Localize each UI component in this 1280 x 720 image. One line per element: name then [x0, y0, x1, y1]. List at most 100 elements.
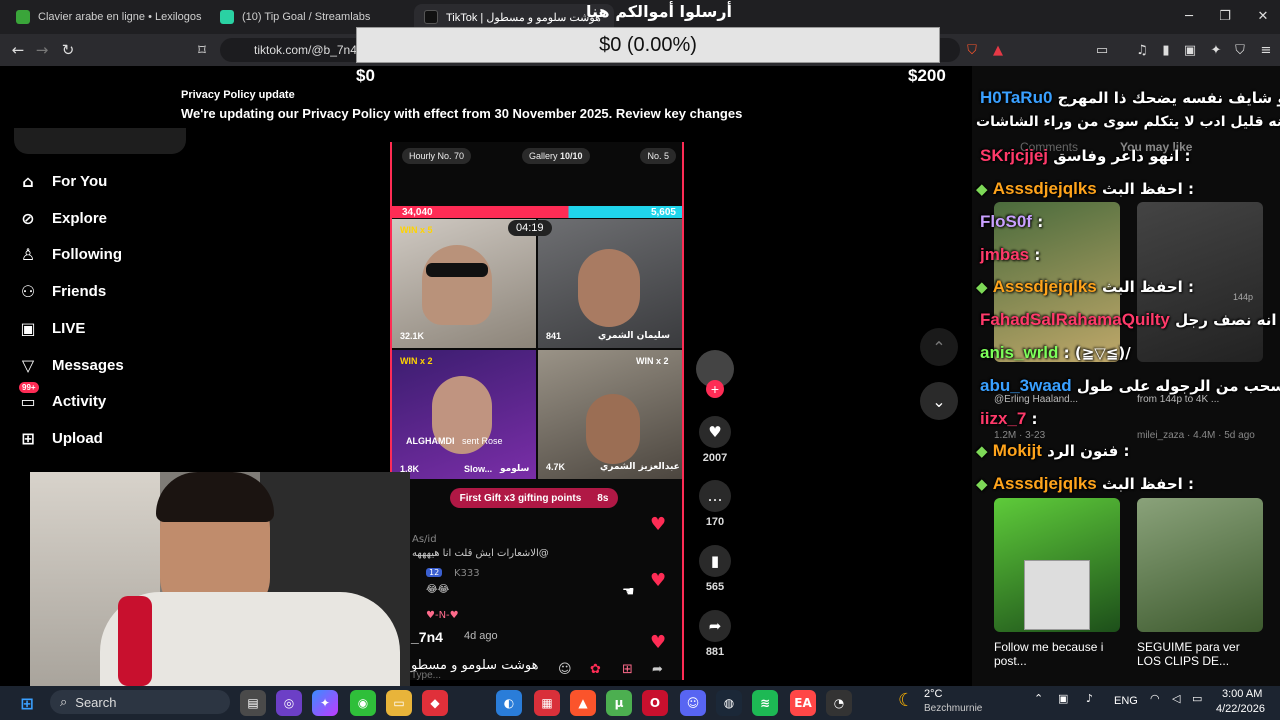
back-icon[interactable]: ←: [6, 38, 30, 62]
edge-icon[interactable]: ◐: [496, 690, 522, 716]
comment-input[interactable]: Type...: [411, 670, 441, 681]
following-icon: ♙: [20, 244, 36, 264]
xbox-icon[interactable]: ◉: [350, 690, 376, 716]
search-label: Search: [75, 694, 117, 710]
gift-icon[interactable]: ⊞: [622, 662, 633, 677]
steam-icon[interactable]: ◍: [716, 690, 742, 716]
guest-tile-4[interactable]: WIN x 2 4.7K عبدالعزيز الشمري: [538, 350, 682, 479]
heart-icon[interactable]: ♥: [699, 416, 731, 448]
tab-title: (10) Tip Goal / Streamlabs: [242, 11, 371, 23]
utorrent-icon[interactable]: µ: [606, 690, 632, 716]
windows-start-icon[interactable]: ⊞: [14, 690, 40, 716]
sidebar-item-friends[interactable]: ⚇ Friends: [18, 276, 106, 306]
sidebar-item-for-you[interactable]: ⌂ For You: [18, 166, 107, 196]
wallet-icon[interactable]: ▣: [1180, 40, 1200, 60]
forward-icon[interactable]: →: [30, 38, 54, 62]
tile-count: 4.7K: [546, 462, 566, 472]
obs-icon[interactable]: ◔: [826, 690, 852, 716]
brave-icon[interactable]: ▲: [570, 690, 596, 716]
opera-icon[interactable]: O: [642, 690, 668, 716]
video-handle[interactable]: _7n4: [411, 629, 443, 645]
office-icon[interactable]: ▦: [534, 690, 560, 716]
guest-tile-3[interactable]: WIN x 2 ALGHAMDI sent Rose 1.8K Slow... …: [392, 350, 536, 479]
hourly-badge: Hourly No. 70: [402, 148, 472, 164]
video-thumb[interactable]: [994, 498, 1120, 632]
messenger-app-icon[interactable]: ◎: [276, 690, 302, 716]
microphone-icon[interactable]: ♪: [1086, 692, 1093, 705]
sidebar-item-activity[interactable]: ▭ 99+ Activity: [18, 382, 106, 416]
file-explorer-icon[interactable]: ▭: [386, 690, 412, 716]
sidebar-icon[interactable]: ▮: [1156, 40, 1176, 60]
scroll-up-button[interactable]: ⌃: [920, 328, 958, 366]
like-action[interactable]: ♥ 2007: [697, 416, 733, 464]
spotify-icon[interactable]: ≋: [752, 690, 778, 716]
menu-icon[interactable]: ≡: [1256, 40, 1276, 60]
chat-text: هو شايف نفسه يضحك ذا المهرج :: [1057, 89, 1280, 107]
task-view-icon[interactable]: ▤: [240, 690, 266, 716]
thumb-caption: SEGUIME para ver LOS CLIPS DE...: [1137, 640, 1240, 668]
tab-lexilogos[interactable]: Clavier arabe en ligne • Lexilogos: [6, 4, 206, 30]
chat-message: FahadSalRahamaQuilty انه نصف رجل :: [980, 310, 1280, 330]
sidebar-item-upload[interactable]: ⊞ Upload: [18, 423, 103, 453]
close-icon[interactable]: ✕: [1250, 6, 1276, 26]
minimize-icon[interactable]: ─: [1176, 6, 1202, 26]
share-icon[interactable]: ➦: [699, 610, 731, 642]
clock-date[interactable]: 4/22/2026: [1216, 703, 1265, 715]
rose-icon[interactable]: ✿: [590, 662, 601, 677]
ea-icon[interactable]: EA: [790, 690, 816, 716]
app-icon[interactable]: ◆: [422, 690, 448, 716]
mouse-cursor: ☚: [622, 584, 635, 600]
discord-icon[interactable]: ☺: [680, 690, 706, 716]
scroll-down-button[interactable]: ⌄: [920, 382, 958, 420]
live-video[interactable]: Hourly No. 70 Gallery 10/10 No. 5 34,040…: [390, 142, 684, 680]
leo-icon[interactable]: ✦: [1206, 40, 1226, 60]
brave-rewards-icon[interactable]: ▲: [988, 40, 1008, 60]
guest-tile-1[interactable]: WIN x 5 32.1K: [392, 219, 536, 348]
chat-message: H0TaRu0 هو شايف نفسه يضحك ذا المهرج :: [980, 88, 1280, 108]
picture-in-picture-icon[interactable]: ▭: [1092, 40, 1112, 60]
music-icon[interactable]: ♫: [1132, 40, 1152, 60]
clock-time[interactable]: 3:00 AM: [1222, 688, 1262, 700]
streamlabs-icon: [220, 10, 234, 24]
reload-icon[interactable]: ↻: [56, 38, 80, 62]
sidebar-item-messages[interactable]: ▽ Messages: [18, 350, 124, 380]
sidebar-item-following[interactable]: ♙ Following: [18, 239, 122, 269]
maximize-icon[interactable]: ❐: [1212, 6, 1238, 26]
language-indicator[interactable]: ENG: [1114, 695, 1138, 707]
save-action[interactable]: ▮ 565: [697, 545, 733, 593]
privacy-title: Privacy Policy update: [181, 89, 295, 101]
comment-icon[interactable]: …: [699, 480, 731, 512]
bookmark-icon[interactable]: ⌑: [190, 38, 214, 62]
gift-text: sent Rose: [462, 436, 503, 446]
share-action[interactable]: ➦ 881: [697, 610, 733, 658]
chat-message: abu_3waad انسحب من الرجوله على طول :: [980, 376, 1280, 396]
chat-message: لكنه قليل ادب لا يتكلم سوى من وراء الشاش…: [976, 114, 1280, 130]
sidebar-item-label: Upload: [52, 429, 103, 447]
sidebar-item-label: Following: [52, 245, 122, 263]
gallery-badge[interactable]: Gallery 10/10: [521, 148, 590, 164]
taskbar-search[interactable]: ⌕ Search: [50, 690, 230, 714]
video-thumb[interactable]: [1137, 498, 1263, 632]
follow-plus-icon[interactable]: +: [706, 380, 724, 398]
chat-message: jmbas :: [980, 245, 1040, 265]
brave-shield-icon[interactable]: ⛉: [962, 40, 982, 60]
privacy-text[interactable]: We're updating our Privacy Policy with e…: [181, 106, 742, 121]
sidebar-item-explore[interactable]: ⊘ Explore: [18, 203, 107, 233]
battery-icon[interactable]: ▭: [1192, 692, 1202, 705]
copilot-icon[interactable]: ✦: [312, 690, 338, 716]
share-small-icon[interactable]: ➦: [652, 662, 663, 677]
chat-message: FloS0f :: [980, 212, 1043, 232]
sidebar-item-live[interactable]: ▣ LIVE: [18, 313, 85, 343]
comment-action[interactable]: … 170: [697, 480, 733, 528]
video-age: 4d ago: [464, 630, 498, 642]
tray-chevron-icon[interactable]: ⌃: [1034, 692, 1043, 705]
emoji-icon[interactable]: ☺: [558, 662, 572, 677]
sidebar-search[interactable]: [14, 128, 186, 154]
wifi-icon[interactable]: ◠: [1150, 692, 1160, 705]
tray-app-icon[interactable]: ▣: [1058, 692, 1068, 705]
guest-tile-2[interactable]: 841 سليمان الشمري: [538, 219, 682, 348]
vpn-icon[interactable]: ⛉: [1230, 40, 1250, 60]
first-gift-time: 8s: [597, 492, 609, 504]
volume-icon[interactable]: ◁: [1172, 692, 1180, 705]
bookmark-icon[interactable]: ▮: [699, 545, 731, 577]
